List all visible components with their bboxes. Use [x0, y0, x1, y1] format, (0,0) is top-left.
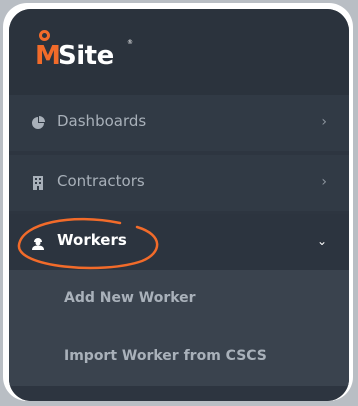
submenu-item-import-worker-from-cscs[interactable]: Import Worker from CSCS — [9, 328, 349, 386]
chevron-right-icon: › — [321, 114, 327, 130]
sidebar-header: M Site ® — [9, 9, 349, 95]
submenu-item-add-new-worker[interactable]: Add New Worker — [9, 270, 349, 328]
chevron-down-icon: ⌄ — [316, 234, 327, 248]
sidebar-item-label: Workers — [57, 231, 127, 249]
sidebar-footer — [9, 386, 349, 401]
sidebar-item-label: Contractors — [57, 172, 145, 190]
logo-m: M — [35, 41, 61, 71]
screenshot-frame: M Site ® Dashboards › Contractors › Work… — [3, 3, 353, 401]
building-icon — [31, 175, 45, 190]
submenu-item-label: Add New Worker — [64, 290, 196, 306]
sidebar-item-dashboards[interactable]: Dashboards › — [9, 95, 349, 151]
logo-dot-icon — [39, 30, 50, 41]
sidebar: M Site ® Dashboards › Contractors › Work… — [9, 9, 349, 401]
submenu-item-label: Import Worker from CSCS — [64, 348, 267, 364]
logo-registered-mark: ® — [127, 39, 133, 46]
worker-icon — [31, 235, 45, 250]
logo-site: Site — [58, 41, 114, 71]
pie-chart-icon — [31, 115, 45, 129]
sidebar-item-workers[interactable]: Workers ⌄ — [9, 214, 349, 270]
sidebar-item-contractors[interactable]: Contractors › — [9, 155, 349, 211]
sidebar-item-label: Dashboards — [57, 112, 147, 130]
chevron-right-icon: › — [321, 174, 327, 190]
